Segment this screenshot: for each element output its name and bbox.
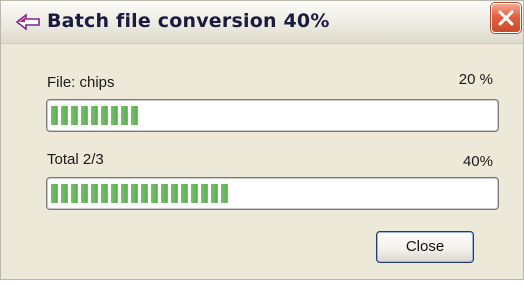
total-progress-fill [51,184,228,203]
file-percent: 20 % [458,71,493,88]
title-bar[interactable]: Batch file conversion 40% [1,1,523,44]
total-progress-bar [46,177,499,210]
arrow-icon [15,13,41,31]
window-title: Batch file conversion 40% [47,10,330,32]
dialog-window: Batch file conversion 40% File: chips 20… [0,0,524,280]
close-button[interactable]: Close [376,231,474,263]
total-label: Total 2/3 [47,151,104,168]
file-progress-fill [51,106,140,125]
close-icon[interactable] [491,3,521,33]
file-progress-bar [46,99,499,132]
file-label: File: chips [47,74,115,91]
total-percent: 40% [462,153,493,170]
